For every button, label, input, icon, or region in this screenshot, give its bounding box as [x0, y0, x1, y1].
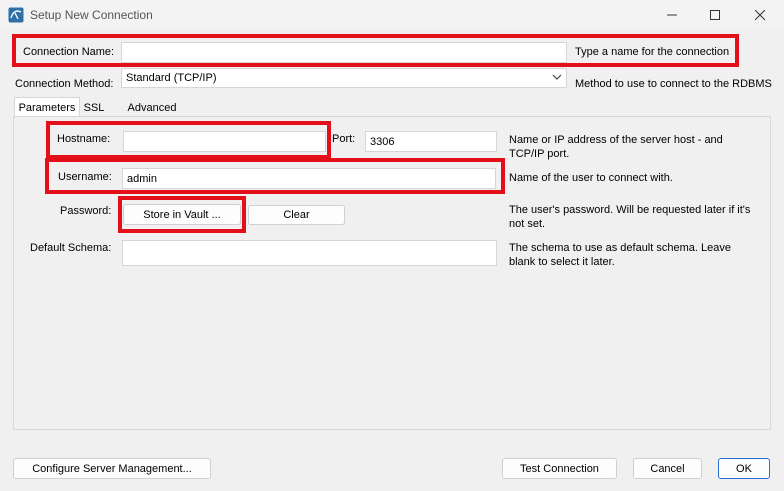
tab-advanced[interactable]: Advanced [124, 99, 180, 117]
tab-parameters[interactable]: Parameters [14, 97, 80, 117]
parameters-panel [13, 116, 771, 430]
maximize-icon [710, 10, 720, 20]
maximize-button[interactable] [693, 0, 737, 30]
clear-button[interactable]: Clear [248, 205, 345, 225]
username-label: Username: [58, 171, 112, 183]
chevron-down-icon [552, 74, 562, 80]
default-schema-label: Default Schema: [30, 242, 112, 254]
connection-method-label: Connection Method: [15, 78, 114, 90]
connection-name-input[interactable] [121, 42, 567, 63]
port-label: Port: [332, 133, 356, 145]
window-title: Setup New Connection [30, 8, 153, 22]
store-in-vault-button[interactable]: Store in Vault ... [123, 204, 241, 225]
hostname-input[interactable] [123, 131, 326, 152]
port-input[interactable] [365, 131, 497, 152]
hostname-description: Name or IP address of the server host - … [509, 134, 723, 160]
cancel-button[interactable]: Cancel [633, 458, 702, 479]
ok-button[interactable]: OK [718, 458, 770, 479]
minimize-button[interactable] [650, 0, 694, 30]
minimize-icon [667, 14, 677, 16]
connection-method-description: Method to use to connect to the RDBMS [575, 78, 772, 90]
test-connection-button[interactable]: Test Connection [502, 458, 617, 479]
connection-method-value: Standard (TCP/IP) [126, 72, 217, 84]
hostname-label: Hostname: [57, 133, 111, 145]
tab-ssl[interactable]: SSL [81, 99, 107, 117]
default-schema-input[interactable] [122, 240, 497, 266]
connection-name-description: Type a name for the connection [575, 46, 730, 58]
username-description: Name of the user to connect with. [509, 172, 673, 184]
mysql-workbench-icon [8, 7, 24, 23]
username-input[interactable] [122, 168, 496, 189]
connection-method-select[interactable]: Standard (TCP/IP) [121, 68, 567, 88]
password-description: The user's password. Will be requested l… [509, 204, 751, 230]
configure-server-management-button[interactable]: Configure Server Management... [13, 458, 211, 479]
close-button[interactable] [738, 0, 782, 30]
default-schema-description: The schema to use as default schema. Lea… [509, 242, 731, 268]
connection-name-label: Connection Name: [23, 46, 115, 58]
close-icon [755, 10, 765, 20]
password-label: Password: [60, 205, 112, 217]
